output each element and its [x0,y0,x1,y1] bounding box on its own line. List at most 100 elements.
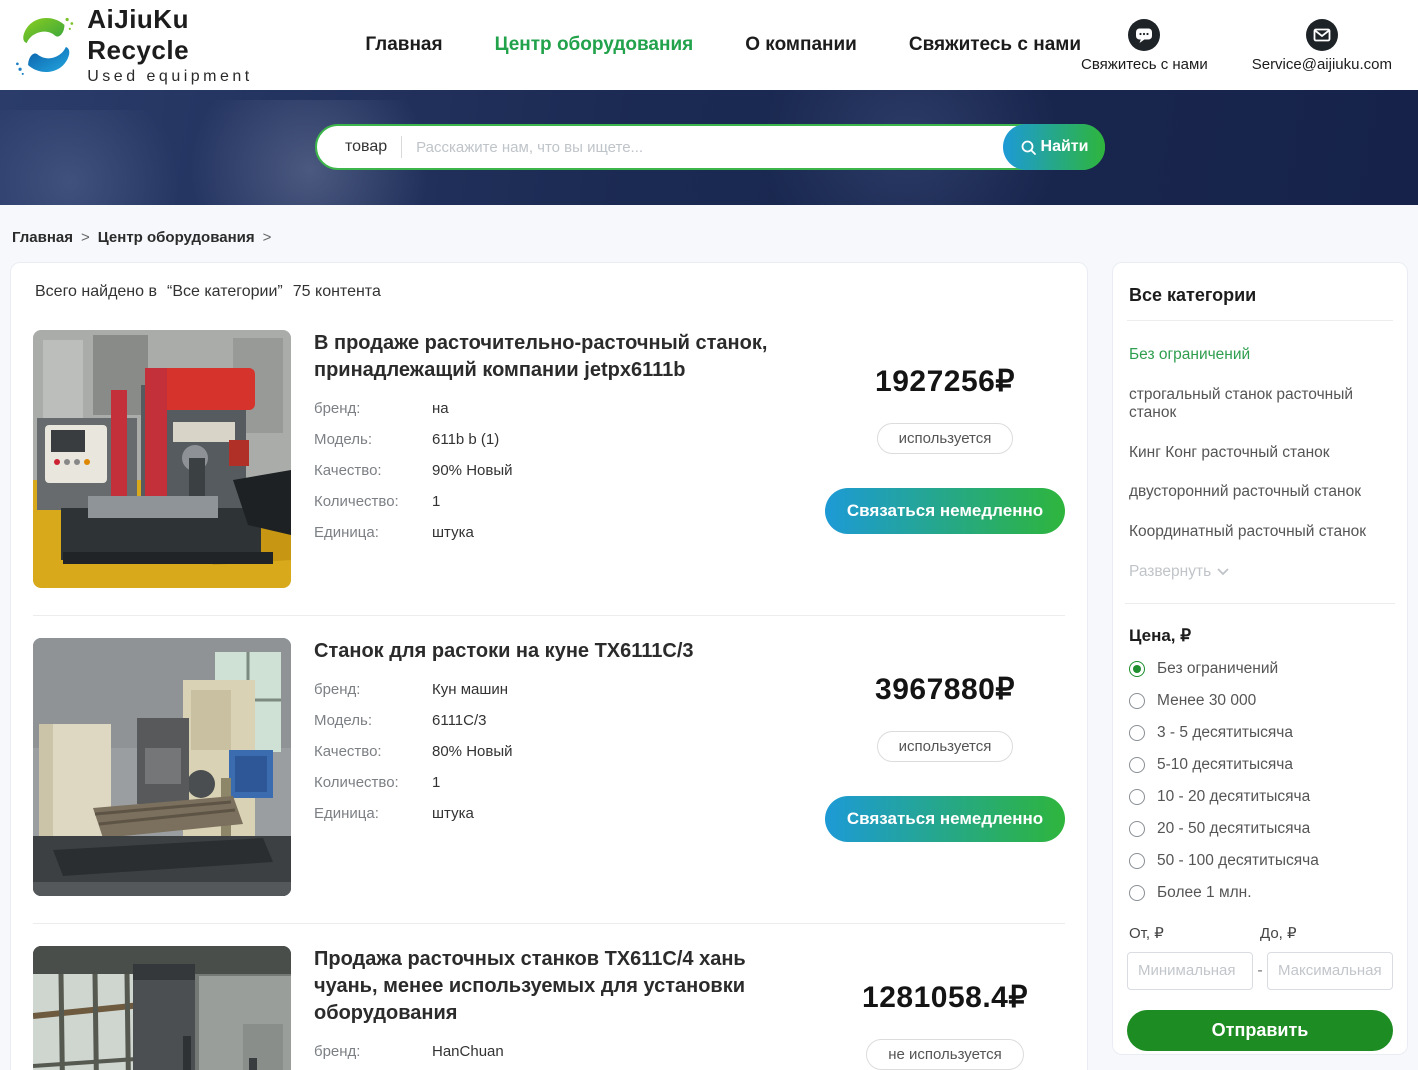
spec-row: Количество: 1 [314,774,796,791]
search-input[interactable] [402,139,1003,156]
results-panel: Всего найдено в “Все категории” 75 конте… [10,262,1088,1070]
spec-label: Модель: [314,712,432,729]
spec-row: Модель: 611b b (1) [314,431,796,448]
nav-item-equipment-center[interactable]: Центр оборудования [495,34,694,56]
product-specs: бренд: HanChuan Модель: 611C/4 [314,1043,796,1070]
product-title[interactable]: Продажа расточных станков TX611C/4 хань … [314,946,796,1027]
product-price: 1281058.4₽ [862,980,1028,1015]
price-option[interactable]: 10 - 20 десятитысяча [1127,788,1393,806]
max-price-input[interactable] [1267,952,1393,990]
range-separator: - [1253,962,1267,980]
result-count-value: 75 контента [293,283,381,301]
nav-item-home[interactable]: Главная [365,34,442,56]
breadcrumb-equipment-center[interactable]: Центр оборудования [98,229,255,246]
product-photo[interactable] [33,330,291,588]
breadcrumb-separator: > [81,229,90,246]
site-header: AiJiuKu Recycle Used equipment Главная Ц… [0,0,1418,90]
product-title[interactable]: В продаже расточительно-расточный станок… [314,330,796,384]
product-photo[interactable] [33,638,291,896]
spec-label: бренд: [314,1043,432,1060]
search-bar: товар Найти [315,124,1105,170]
breadcrumb-home[interactable]: Главная [12,229,73,246]
spec-row: Модель: 6111C/3 [314,712,796,729]
spec-row: Качество: 90% Новый [314,462,796,479]
category-item[interactable]: строгальный станок расточный станок [1129,386,1391,423]
workshop-photo-3 [33,946,291,1070]
price-range-inputs: - [1127,952,1393,990]
price-option-no-limit[interactable]: Без ограничений [1127,660,1393,678]
spec-label: Единица: [314,524,432,541]
spec-row: Единица: штука [314,805,796,822]
spec-label: Единица: [314,805,432,822]
category-item[interactable]: двусторонний расточный станок [1129,483,1391,502]
logo-swoosh-icon [12,8,79,82]
nav-item-contact[interactable]: Свяжитесь с нами [909,34,1081,56]
contact-now-button[interactable]: Связаться немедленно [825,488,1065,534]
product-title[interactable]: Станок для растоки на куне TX6111C/3 [314,638,796,665]
status-badge: не используется [866,1039,1024,1070]
price-option[interactable]: Менее 30 000 [1127,692,1393,710]
category-item[interactable]: Кинг Конг расточный станок [1129,444,1391,463]
price-option[interactable]: 5-10 десятитысяча [1127,756,1393,774]
product-price: 3967880₽ [875,672,1015,707]
logo-text: AiJiuKu Recycle Used equipment [87,4,269,86]
product-side: 1281058.4₽ не используется [825,946,1065,1070]
spec-label: Модель: [314,431,432,448]
radio-icon [1129,693,1145,709]
price-options: Без ограничений Менее 30 000 3 - 5 десят… [1127,660,1393,902]
contact-chat[interactable]: Свяжитесь с нами [1081,18,1208,73]
breadcrumb: Главная > Центр оборудования > [0,205,1418,246]
product-info: Станок для растоки на куне TX6111C/3 бре… [314,638,796,896]
min-price-input[interactable] [1127,952,1253,990]
spec-value: Кун машин [432,681,508,698]
product-photo[interactable] [33,946,291,1070]
search-button[interactable]: Найти [1003,124,1105,170]
nav-item-about[interactable]: О компании [745,34,857,56]
product-specs: бренд: на Модель: 611b b (1) Качество: 9… [314,400,796,541]
search-icon [1020,139,1037,156]
contact-email-label: Service@aijiuku.com [1252,56,1392,73]
radio-icon [1129,725,1145,741]
logo-subtitle: Used equipment [87,68,269,86]
spec-value: 90% Новый [432,462,513,479]
status-badge: используется [877,731,1014,762]
boring-machine-photo-1 [33,330,291,588]
submit-filter-button[interactable]: Отправить [1127,1010,1393,1051]
site-logo[interactable]: AiJiuKu Recycle Used equipment [12,4,269,86]
radio-label: 50 - 100 десятитысяча [1157,852,1319,870]
spec-value: 6111C/3 [432,712,487,729]
categories-title: Все категории [1127,283,1393,321]
to-label: До, ₽ [1260,924,1391,942]
contact-now-button[interactable]: Связаться немедленно [825,796,1065,842]
logo-title: AiJiuKu Recycle [87,4,269,66]
contact-email[interactable]: Service@aijiuku.com [1252,18,1392,73]
spec-value: HanChuan [432,1043,504,1060]
spec-label: Количество: [314,774,432,791]
radio-label: Менее 30 000 [1157,692,1256,710]
product-info: Продажа расточных станков TX611C/4 хань … [314,946,796,1070]
radio-icon [1129,789,1145,805]
category-item-no-limit[interactable]: Без ограничений [1129,346,1391,365]
price-option[interactable]: 3 - 5 десятитысяча [1127,724,1393,742]
radio-label: Без ограничений [1157,660,1278,678]
header-contacts: Свяжитесь с нами Service@aijiuku.com [1081,18,1398,73]
from-label: От, ₽ [1129,924,1260,942]
radio-label: 10 - 20 десятитысяча [1157,788,1310,806]
result-count-category: “Все категории” [167,283,283,301]
spec-row: бренд: HanChuan [314,1043,796,1060]
search-category-selector[interactable]: товар [317,138,401,156]
price-option[interactable]: Более 1 млн. [1127,884,1393,902]
hero-photo-shape [0,110,180,205]
price-range-labels: От, ₽ До, ₽ [1127,924,1393,942]
main-nav: Главная Центр оборудования О компании Св… [365,34,1081,56]
expand-categories-link[interactable]: Развернуть [1129,563,1391,581]
spec-value: 611b b (1) [432,431,499,448]
category-item[interactable]: Координатный расточный станок [1129,523,1391,542]
radio-icon [1129,661,1145,677]
product-info: В продаже расточительно-расточный станок… [314,330,796,588]
price-option[interactable]: 50 - 100 десятитысяча [1127,852,1393,870]
contact-chat-label: Свяжитесь с нами [1081,56,1208,73]
price-option[interactable]: 20 - 50 десятитысяча [1127,820,1393,838]
spec-label: Количество: [314,493,432,510]
status-badge: используется [877,423,1014,454]
